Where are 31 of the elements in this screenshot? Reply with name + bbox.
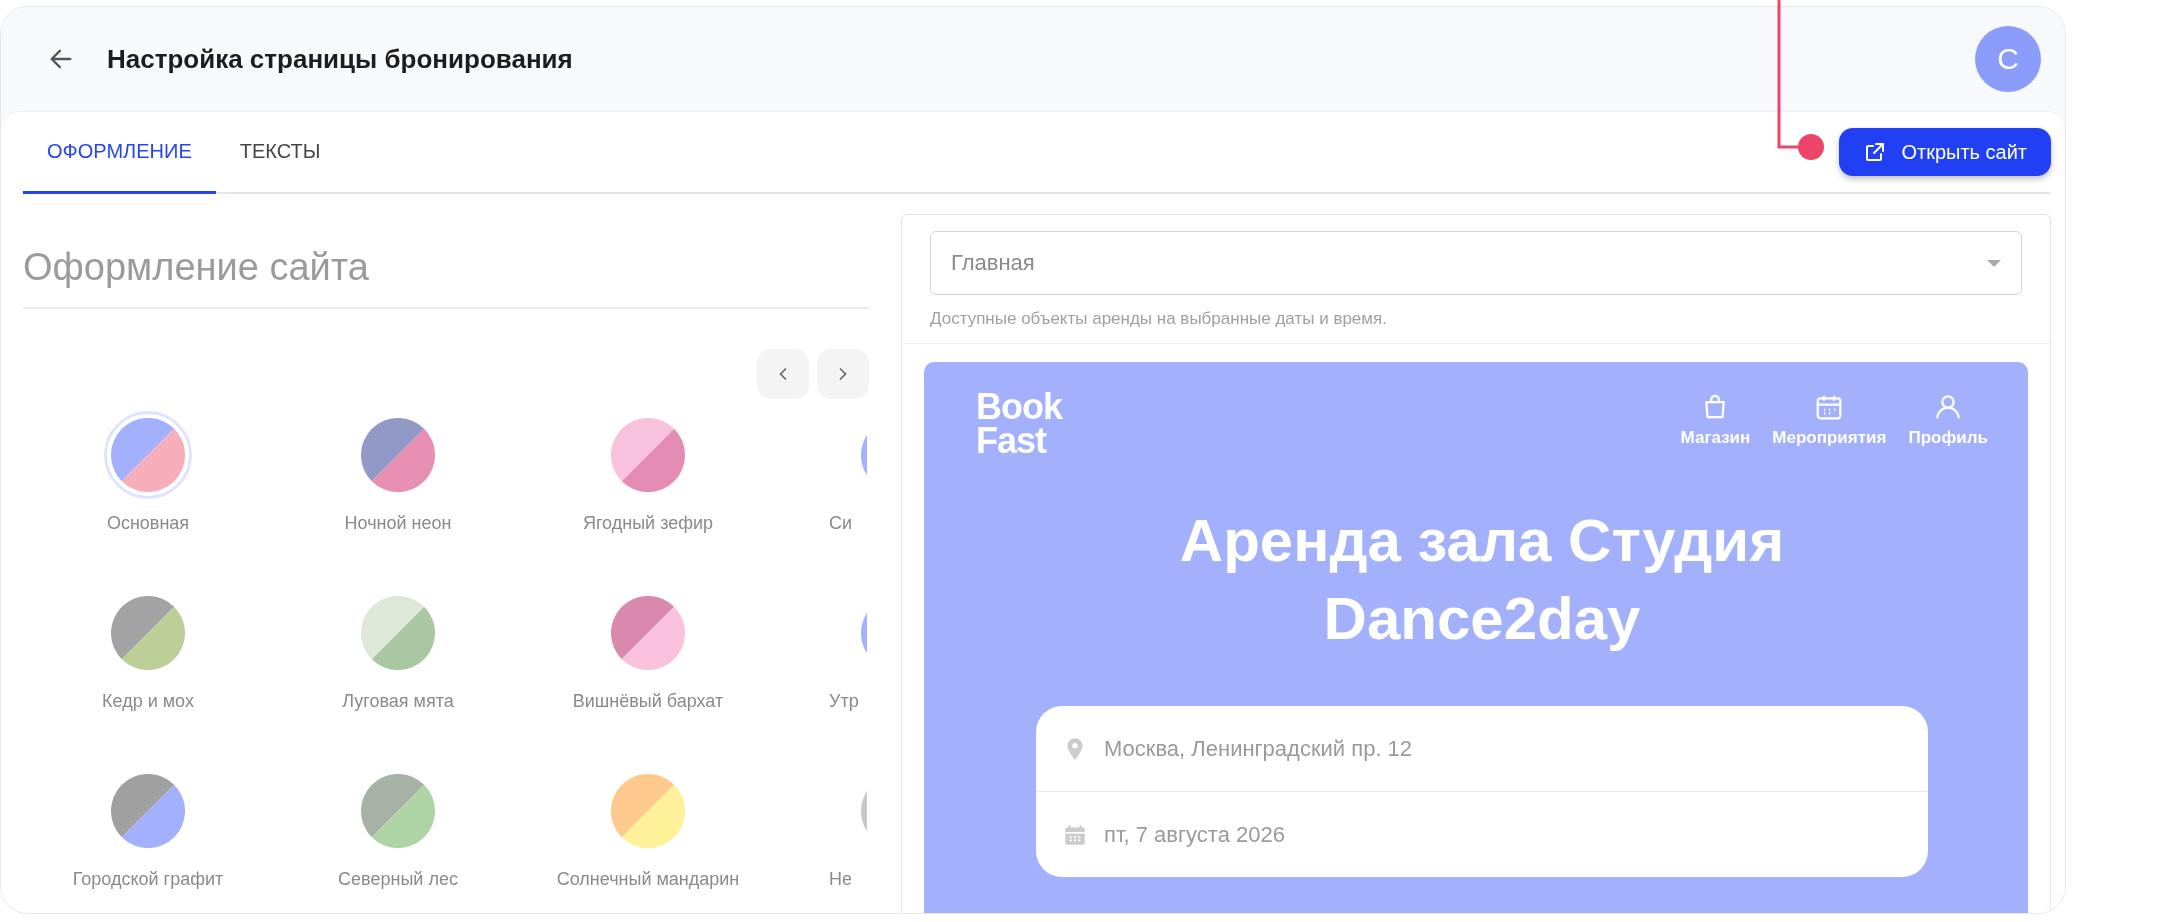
- section-heading: Оформление сайта: [23, 246, 869, 309]
- page-select[interactable]: Главная: [930, 231, 2022, 295]
- open-site-button[interactable]: Открыть сайт: [1839, 128, 2051, 176]
- hint-text: Доступные объекты аренды на выбранные даты и время.: [902, 309, 2050, 344]
- theme-swatch[interactable]: [104, 411, 192, 499]
- site-nav-item[interactable]: Магазин: [1680, 392, 1751, 458]
- site-title: Аренда зала Студия Dance2day: [1178, 506, 1786, 654]
- theme-name: Ягодный зефир: [582, 513, 714, 534]
- dropdown-caret-icon: [1987, 259, 2001, 267]
- site-nav-item[interactable]: Мероприятия: [1772, 392, 1887, 458]
- theme-name: Городской графит: [72, 869, 224, 890]
- theme-name: Утр: [829, 691, 859, 712]
- theme-name: Не: [829, 869, 852, 890]
- booking-field[interactable]: пт, 7 августа 2026: [1036, 791, 1928, 877]
- theme-name: Основная: [106, 513, 190, 534]
- theme-name: Луговая мята: [342, 691, 454, 712]
- avatar[interactable]: С: [1975, 26, 2041, 92]
- tab[interactable]: ОФОРМЛЕНИЕ: [23, 112, 216, 194]
- tab[interactable]: ТЕКСТЫ: [215, 112, 345, 194]
- booking-field[interactable]: Москва, Ленинградский пр. 12: [1036, 706, 1928, 791]
- theme-name: Си: [829, 513, 853, 534]
- logo: Book Fast: [976, 390, 1062, 458]
- page-title: Настройка страницы бронирования: [107, 43, 573, 75]
- theme-name: Кедр и мох: [102, 691, 194, 712]
- theme-name: Вишнёвый бархат: [572, 691, 724, 712]
- next-button[interactable]: [817, 349, 869, 399]
- theme-name: Северный лес: [338, 869, 458, 890]
- site-nav-item[interactable]: Профиль: [1908, 392, 1988, 458]
- theme-name: Солнечный мандарин: [556, 869, 740, 890]
- previous-button[interactable]: [757, 349, 809, 399]
- theme-name: Ночной неон: [344, 513, 452, 534]
